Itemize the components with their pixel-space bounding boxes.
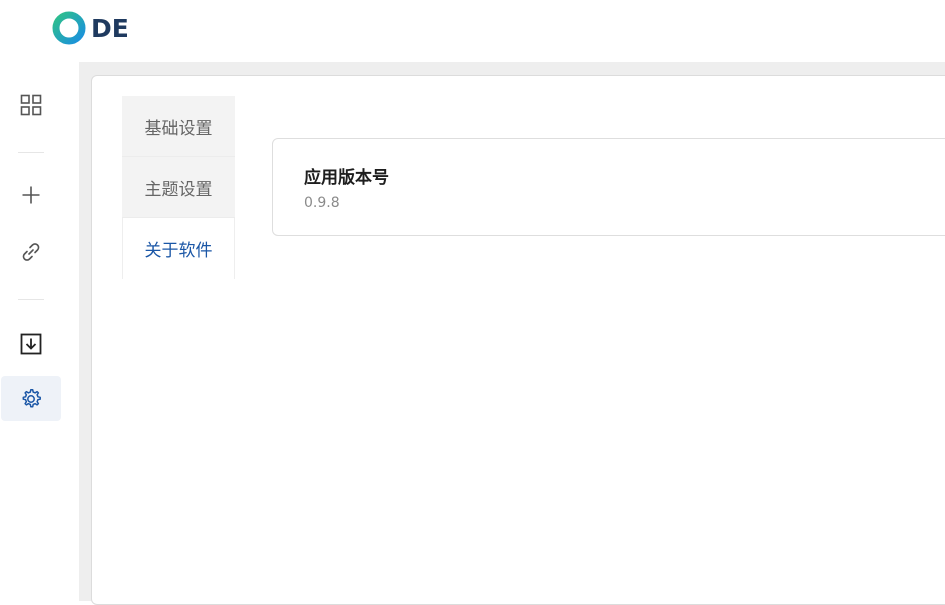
plus-icon — [22, 186, 40, 203]
version-value: 0.9.8 — [304, 195, 340, 211]
gear-icon — [22, 388, 41, 407]
sidebar-item-settings[interactable] — [1, 376, 61, 421]
tab-basic-settings[interactable]: 基础设置 — [122, 96, 235, 157]
settings-tabs: 基础设置 主题设置 关于软件 — [122, 96, 235, 279]
tab-theme-settings[interactable]: 主题设置 — [122, 157, 235, 218]
grid-icon — [20, 94, 42, 115]
download-icon — [20, 333, 42, 354]
sidebar-divider — [18, 152, 44, 153]
tab-about-software[interactable]: 关于软件 — [122, 218, 235, 279]
sidebar — [0, 62, 79, 601]
sidebar-divider — [18, 299, 44, 300]
app-logo: DE — [51, 10, 129, 46]
top-bar: DE — [0, 0, 945, 62]
logo-text: DE — [91, 13, 129, 43]
sidebar-item-add[interactable] — [1, 172, 61, 217]
version-label: 应用版本号 — [304, 168, 389, 188]
logo-ring-icon — [52, 11, 86, 45]
sidebar-item-download[interactable] — [1, 321, 61, 366]
sidebar-item-dashboard[interactable] — [1, 82, 61, 127]
version-card: 应用版本号 0.9.8 — [272, 138, 945, 236]
sidebar-item-link[interactable] — [1, 229, 61, 274]
link-icon — [22, 242, 40, 261]
